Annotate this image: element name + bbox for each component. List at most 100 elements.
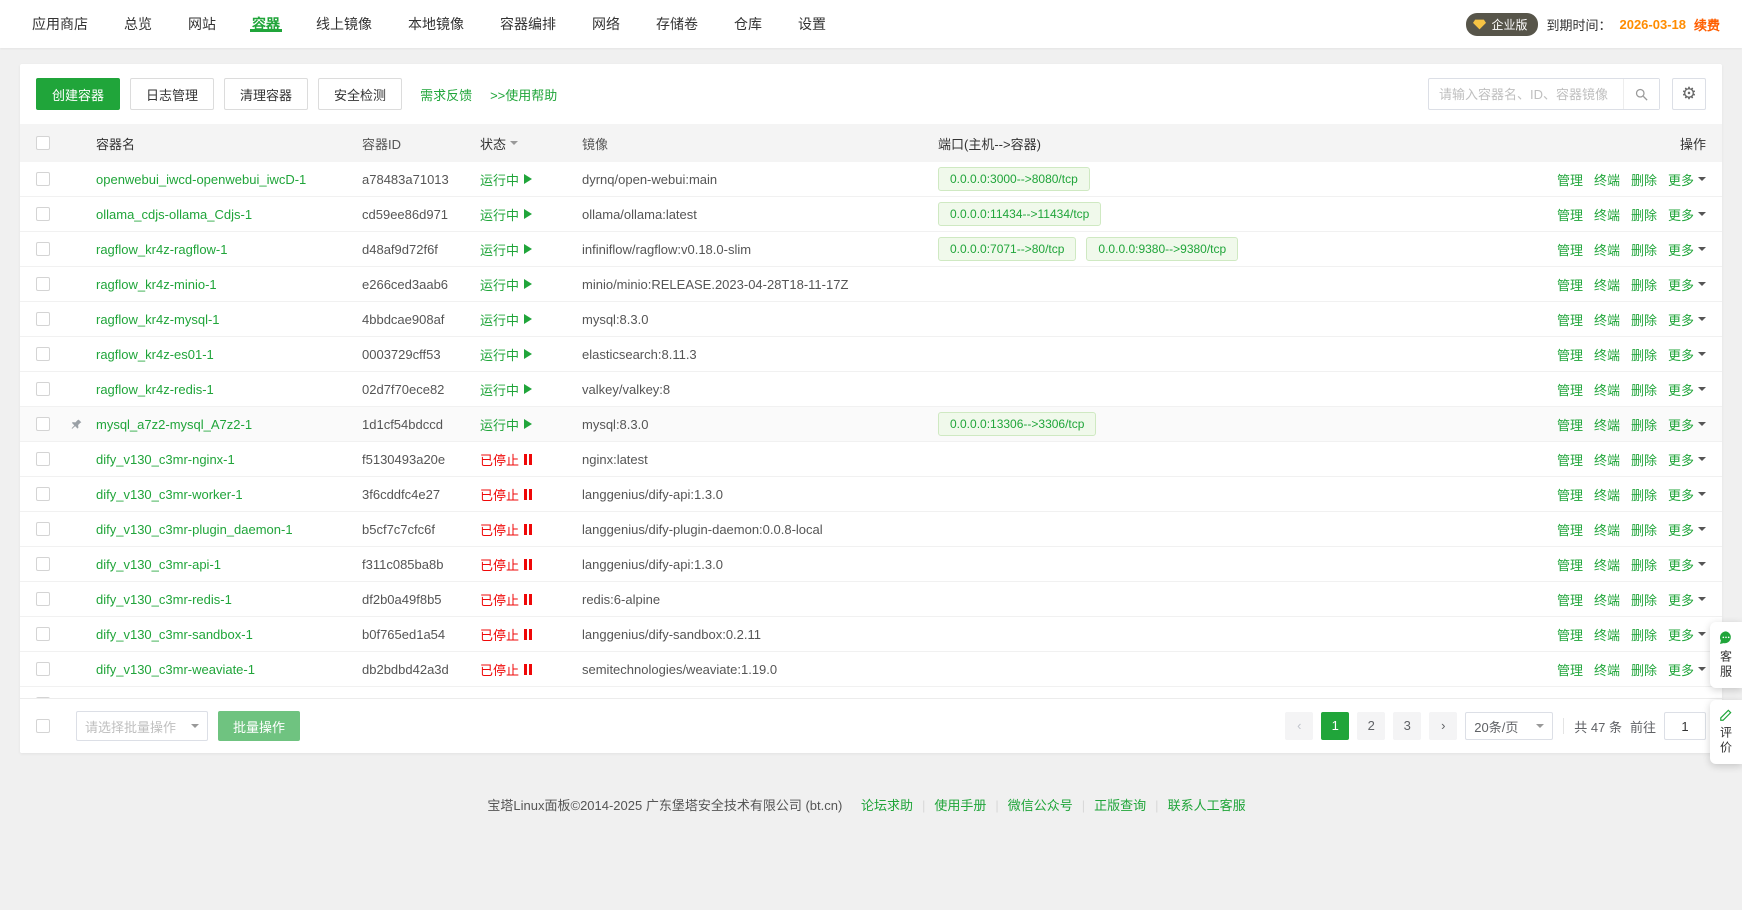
more-link[interactable]: 更多 bbox=[1668, 485, 1706, 504]
select-all-checkbox[interactable] bbox=[36, 136, 50, 150]
row-checkbox[interactable] bbox=[36, 277, 50, 291]
nav-tab-8[interactable]: 存储卷 bbox=[638, 16, 716, 32]
more-link[interactable]: 更多 bbox=[1668, 625, 1706, 644]
row-checkbox[interactable] bbox=[36, 207, 50, 221]
manage-link[interactable]: 管理 bbox=[1557, 170, 1583, 189]
manage-link[interactable]: 管理 bbox=[1557, 205, 1583, 224]
row-checkbox[interactable] bbox=[36, 242, 50, 256]
more-link[interactable]: 更多 bbox=[1668, 520, 1706, 539]
customer-service-widget[interactable]: 客服 bbox=[1710, 622, 1742, 688]
container-name-link[interactable]: ragflow_kr4z-redis-1 bbox=[96, 382, 354, 397]
header-status[interactable]: 状态 bbox=[476, 134, 578, 153]
page-button-2[interactable]: 2 bbox=[1357, 712, 1385, 740]
row-checkbox[interactable] bbox=[36, 592, 50, 606]
terminal-link[interactable]: 终端 bbox=[1594, 275, 1620, 294]
search-button[interactable] bbox=[1623, 79, 1659, 109]
page-size-select[interactable]: 20条/页 bbox=[1465, 712, 1553, 740]
nav-tab-4[interactable]: 线上镜像 bbox=[298, 16, 390, 32]
container-name-link[interactable]: dify_v130_c3mr-redis-1 bbox=[96, 592, 354, 607]
terminal-link[interactable]: 终端 bbox=[1594, 310, 1620, 329]
row-checkbox[interactable] bbox=[36, 172, 50, 186]
container-name-link[interactable]: dify_v130_c3mr-plugin_daemon-1 bbox=[96, 522, 354, 537]
container-name-link[interactable]: dify_v130_c3mr-sandbox-1 bbox=[96, 627, 354, 642]
manage-link[interactable]: 管理 bbox=[1557, 415, 1583, 434]
row-checkbox[interactable] bbox=[36, 557, 50, 571]
container-name-link[interactable]: dify_v130_c3mr-nginx-1 bbox=[96, 452, 354, 467]
settings-button[interactable]: ⚙ bbox=[1672, 78, 1706, 110]
delete-link[interactable]: 删除 bbox=[1631, 240, 1657, 259]
footer-link-2[interactable]: 微信公众号 bbox=[1008, 798, 1073, 813]
container-name-link[interactable]: ragflow_kr4z-mysql-1 bbox=[96, 312, 354, 327]
delete-link[interactable]: 删除 bbox=[1631, 660, 1657, 679]
terminal-link[interactable]: 终端 bbox=[1594, 555, 1620, 574]
more-link[interactable]: 更多 bbox=[1668, 345, 1706, 364]
row-checkbox[interactable] bbox=[36, 382, 50, 396]
row-checkbox[interactable] bbox=[36, 662, 50, 676]
footer-link-1[interactable]: 使用手册 bbox=[934, 798, 986, 813]
delete-link[interactable]: 删除 bbox=[1631, 450, 1657, 469]
renew-link[interactable]: 续费 bbox=[1694, 15, 1720, 34]
row-checkbox[interactable] bbox=[36, 522, 50, 536]
row-checkbox[interactable] bbox=[36, 697, 50, 698]
terminal-link[interactable]: 终端 bbox=[1594, 660, 1620, 679]
delete-link[interactable]: 删除 bbox=[1631, 520, 1657, 539]
manage-link[interactable]: 管理 bbox=[1557, 520, 1583, 539]
nav-tab-7[interactable]: 网络 bbox=[574, 16, 638, 32]
nav-tab-6[interactable]: 容器编排 bbox=[482, 16, 574, 32]
terminal-link[interactable]: 终端 bbox=[1594, 520, 1620, 539]
manage-link[interactable]: 管理 bbox=[1557, 310, 1583, 329]
nav-tab-5[interactable]: 本地镜像 bbox=[390, 16, 482, 32]
help-link[interactable]: >>使用帮助 bbox=[490, 85, 557, 104]
delete-link[interactable]: 删除 bbox=[1631, 310, 1657, 329]
manage-link[interactable]: 管理 bbox=[1557, 380, 1583, 399]
container-name-link[interactable]: dify_v130_c3mr-api-1 bbox=[96, 557, 354, 572]
delete-link[interactable]: 删除 bbox=[1631, 590, 1657, 609]
review-widget[interactable]: 评价 bbox=[1710, 700, 1742, 764]
terminal-link[interactable]: 终端 bbox=[1594, 625, 1620, 644]
container-name-link[interactable]: ragflow_kr4z-es01-1 bbox=[96, 347, 354, 362]
log-manage-button[interactable]: 日志管理 bbox=[130, 78, 214, 110]
manage-link[interactable]: 管理 bbox=[1557, 625, 1583, 644]
container-name-link[interactable]: ollama_cdjs-ollama_Cdjs-1 bbox=[96, 207, 354, 222]
more-link[interactable]: 更多 bbox=[1668, 415, 1706, 434]
manage-link[interactable]: 管理 bbox=[1557, 240, 1583, 259]
prev-page-icon[interactable]: ‹ bbox=[1285, 712, 1313, 740]
delete-link[interactable]: 删除 bbox=[1631, 205, 1657, 224]
row-checkbox[interactable] bbox=[36, 452, 50, 466]
more-link[interactable]: 更多 bbox=[1668, 695, 1706, 699]
terminal-link[interactable]: 终端 bbox=[1594, 205, 1620, 224]
manage-link[interactable]: 管理 bbox=[1557, 695, 1583, 699]
manage-link[interactable]: 管理 bbox=[1557, 660, 1583, 679]
more-link[interactable]: 更多 bbox=[1668, 205, 1706, 224]
more-link[interactable]: 更多 bbox=[1668, 170, 1706, 189]
delete-link[interactable]: 删除 bbox=[1631, 170, 1657, 189]
row-checkbox[interactable] bbox=[36, 417, 50, 431]
terminal-link[interactable]: 终端 bbox=[1594, 485, 1620, 504]
search-input[interactable] bbox=[1429, 87, 1623, 102]
manage-link[interactable]: 管理 bbox=[1557, 450, 1583, 469]
delete-link[interactable]: 删除 bbox=[1631, 380, 1657, 399]
footer-link-4[interactable]: 联系人工客服 bbox=[1168, 798, 1246, 813]
terminal-link[interactable]: 终端 bbox=[1594, 415, 1620, 434]
batch-action-select[interactable]: 请选择批量操作 bbox=[76, 711, 208, 741]
terminal-link[interactable]: 终端 bbox=[1594, 380, 1620, 399]
nav-tab-9[interactable]: 仓库 bbox=[716, 16, 780, 32]
terminal-link[interactable]: 终端 bbox=[1594, 240, 1620, 259]
nav-tab-1[interactable]: 总览 bbox=[106, 16, 170, 32]
container-name-link[interactable]: dify_v130_c3mr-web-1 bbox=[96, 697, 354, 699]
container-name-link[interactable]: mysql_a7z2-mysql_A7z2-1 bbox=[96, 417, 354, 432]
manage-link[interactable]: 管理 bbox=[1557, 590, 1583, 609]
delete-link[interactable]: 删除 bbox=[1631, 275, 1657, 294]
terminal-link[interactable]: 终端 bbox=[1594, 695, 1620, 699]
more-link[interactable]: 更多 bbox=[1668, 555, 1706, 574]
nav-tab-0[interactable]: 应用商店 bbox=[14, 16, 106, 32]
more-link[interactable]: 更多 bbox=[1668, 275, 1706, 294]
create-container-button[interactable]: 创建容器 bbox=[36, 78, 120, 110]
clean-container-button[interactable]: 清理容器 bbox=[224, 78, 308, 110]
goto-page-input[interactable] bbox=[1664, 712, 1706, 740]
more-link[interactable]: 更多 bbox=[1668, 380, 1706, 399]
next-page-icon[interactable]: › bbox=[1429, 712, 1457, 740]
container-name-link[interactable]: openwebui_iwcd-openwebui_iwcD-1 bbox=[96, 172, 354, 187]
manage-link[interactable]: 管理 bbox=[1557, 345, 1583, 364]
row-checkbox[interactable] bbox=[36, 347, 50, 361]
